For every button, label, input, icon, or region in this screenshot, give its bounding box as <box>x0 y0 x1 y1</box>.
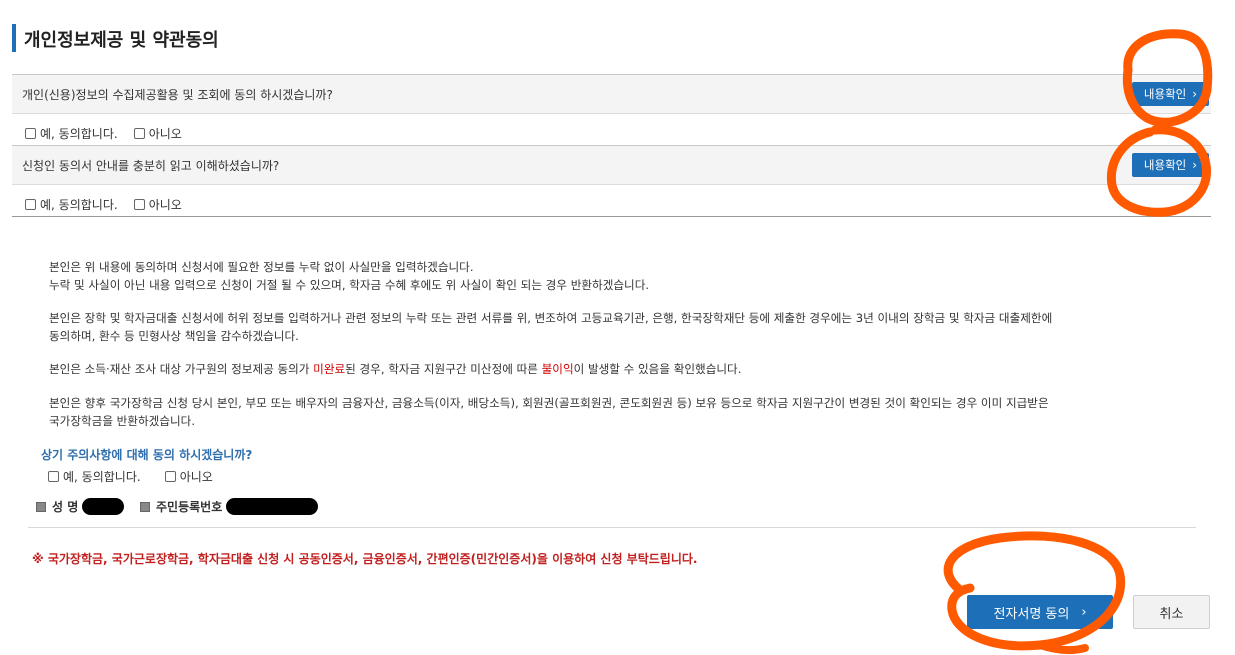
square-bullet-icon <box>140 501 150 512</box>
agree-label: 예, 동의합니다. <box>63 470 141 484</box>
consent-options-2: 예, 동의합니다. 아니오 <box>25 196 198 213</box>
notice-line: 본인은 향후 국가장학금 신청 당시 본인, 부모 또는 배우자의 금융자산, … <box>49 396 1049 410</box>
chevron-right-icon: › <box>1081 604 1087 620</box>
disagree-label: 아니오 <box>148 127 182 141</box>
agree-checkbox[interactable] <box>25 128 36 139</box>
notice-highlight: 미완료 <box>313 362 346 376</box>
annotation-circle-bottom-tail <box>1036 641 1089 655</box>
rrn-label: 주민등록번호 <box>156 500 223 514</box>
redacted-name <box>82 498 125 515</box>
disagree-label: 아니오 <box>179 470 213 484</box>
agree-option[interactable]: 예, 동의합니다. <box>25 125 118 142</box>
consent-row-personal-info: 개인(신용)정보의 수집제공활용 및 조회에 동의 하시겠습니까? 내용확인 › <box>12 74 1211 114</box>
notice-paragraph-3: 본인은 소득·재산 조사 대상 가구원의 정보제공 동의가 미완료된 경우, 학… <box>49 360 1169 378</box>
agree-label: 예, 동의합니다. <box>40 127 118 141</box>
notice-line: 누락 및 사실이 아닌 내용 입력으로 신청이 거절 될 수 있으며, 학자금 … <box>49 278 650 292</box>
applicant-rrn: 주민등록번호 <box>140 498 319 515</box>
notice-text: 된 경우, 학자금 지원구간 미산정에 따른 <box>345 362 542 376</box>
agree-checkbox[interactable] <box>25 199 36 210</box>
disagree-option[interactable]: 아니오 <box>133 125 182 142</box>
caution-question: 상기 주의사항에 대해 동의 하시겠습니까? <box>41 448 253 462</box>
consent-row-guidance: 신청인 동의서 안내를 충분히 읽고 이해하셨습니까? 내용확인 › <box>12 145 1211 185</box>
title-accent-bar <box>12 24 16 52</box>
bottom-divider <box>28 527 1196 528</box>
agree-option[interactable]: 예, 동의합니다. <box>48 468 141 485</box>
view-content-button[interactable]: 내용확인 › <box>1132 82 1209 106</box>
disagree-option[interactable]: 아니오 <box>164 468 213 485</box>
annotation-circle-bottom <box>943 531 1126 651</box>
disagree-label: 아니오 <box>148 198 182 212</box>
question-text: 개인(신용)정보의 수집제공활용 및 조회에 동의 하시겠습니까? <box>22 88 333 102</box>
question-text: 신청인 동의서 안내를 충분히 읽고 이해하셨습니까? <box>22 159 280 173</box>
disagree-checkbox[interactable] <box>164 471 176 482</box>
notice-highlight: 불이익 <box>541 362 574 376</box>
disagree-checkbox[interactable] <box>133 128 145 139</box>
disagree-option[interactable]: 아니오 <box>133 196 182 213</box>
view-content-button[interactable]: 내용확인 › <box>1132 153 1209 177</box>
notice-text: 본인은 소득·재산 조사 대상 가구원의 정보제공 동의가 <box>49 362 314 376</box>
chevron-right-icon: › <box>1192 158 1198 172</box>
notice-text: 이 발생할 수 있음을 확인했습니다. <box>573 362 742 376</box>
agree-option[interactable]: 예, 동의합니다. <box>25 196 118 213</box>
section-divider <box>12 216 1211 217</box>
page-title: 개인정보제공 및 약관동의 <box>24 30 219 51</box>
notice-paragraph-1: 본인은 위 내용에 동의하며 신청서에 필요한 정보를 누락 없이 사실만을 입… <box>49 258 1169 294</box>
redacted-rrn <box>226 498 319 515</box>
chevron-right-icon: › <box>1192 87 1198 101</box>
notice-paragraph-4: 본인은 향후 국가장학금 신청 당시 본인, 부모 또는 배우자의 금융자산, … <box>49 394 1169 430</box>
name-label: 성 명 <box>52 500 79 514</box>
sign-button-label: 전자서명 동의 <box>993 606 1070 622</box>
square-bullet-icon <box>36 501 46 512</box>
e-signature-agree-button[interactable]: 전자서명 동의 › <box>967 595 1113 629</box>
disagree-checkbox[interactable] <box>133 199 145 210</box>
applicant-name: 성 명 <box>36 498 125 515</box>
caution-options: 예, 동의합니다. 아니오 <box>48 468 229 485</box>
cancel-button[interactable]: 취소 <box>1133 595 1210 629</box>
certificate-warning: ※ 국가장학금, 국가근로장학금, 학자금대출 신청 시 공동인증서, 금융인증… <box>32 552 698 566</box>
consent-options-1: 예, 동의합니다. 아니오 <box>25 125 198 142</box>
notice-line: 동의하며, 환수 등 민형사상 책임을 감수하겠습니다. <box>49 329 299 343</box>
agree-label: 예, 동의합니다. <box>40 198 118 212</box>
notice-paragraph-2: 본인은 장학 및 학자금대출 신청서에 허위 정보를 입력하거나 관련 정보의 … <box>49 309 1169 345</box>
agree-checkbox[interactable] <box>48 471 59 482</box>
view-content-label: 내용확인 <box>1143 87 1187 101</box>
notice-line: 국가장학금을 반환하겠습니다. <box>49 414 196 428</box>
notice-line: 본인은 장학 및 학자금대출 신청서에 허위 정보를 입력하거나 관련 정보의 … <box>49 311 1053 325</box>
view-content-label: 내용확인 <box>1143 158 1187 172</box>
notice-line: 본인은 위 내용에 동의하며 신청서에 필요한 정보를 누락 없이 사실만을 입… <box>49 260 474 274</box>
